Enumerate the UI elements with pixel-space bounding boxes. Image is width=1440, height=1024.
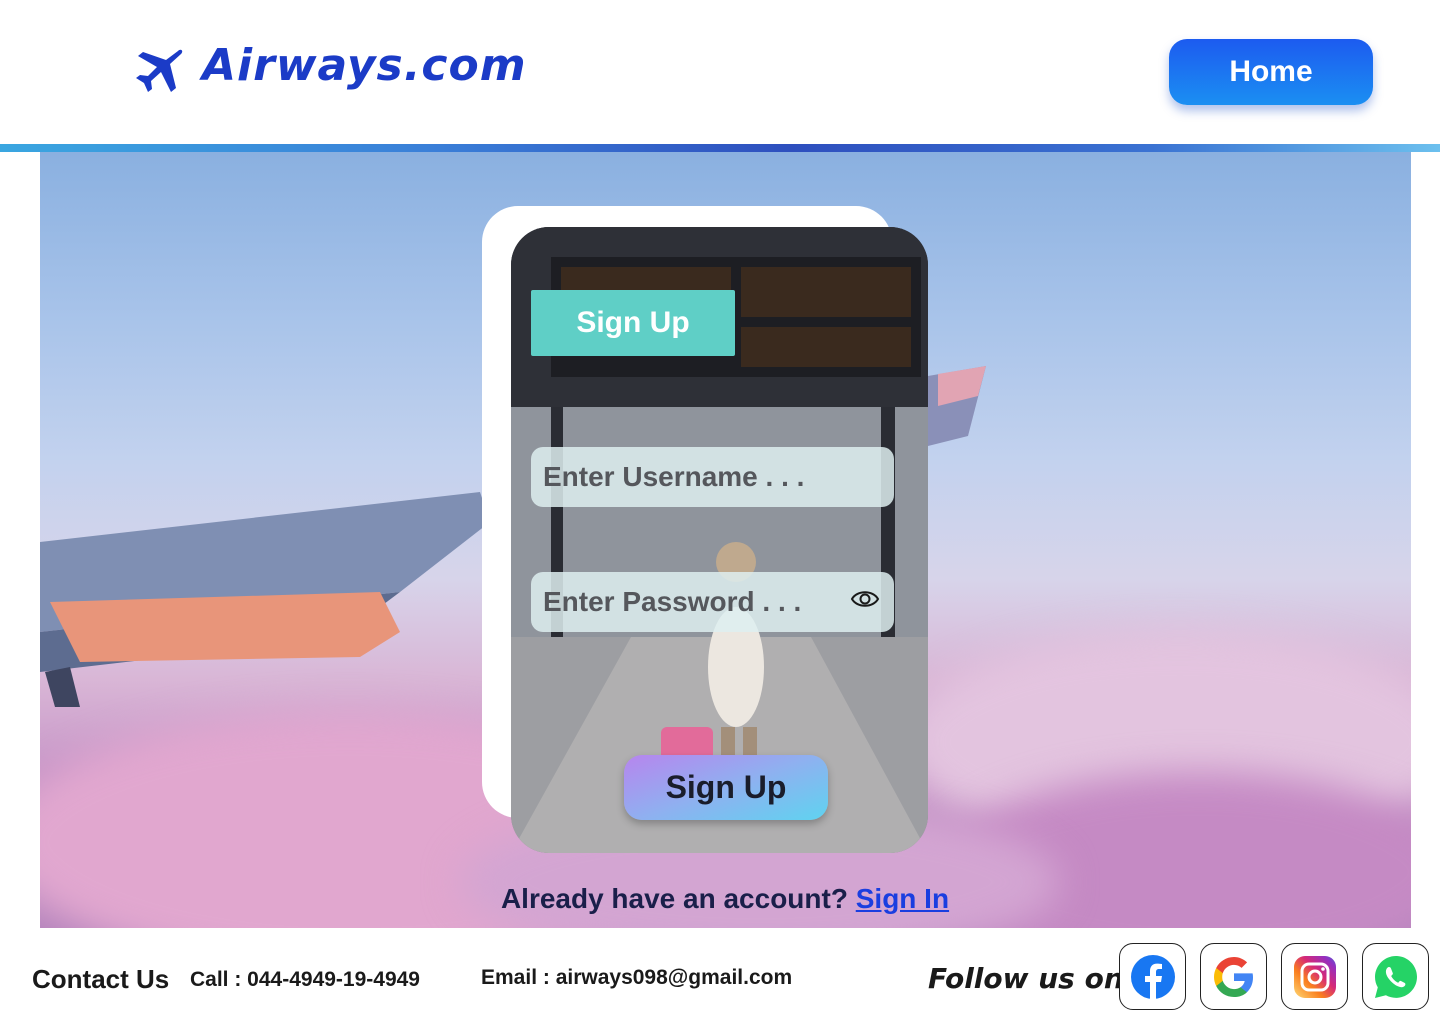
instagram-icon bbox=[1293, 955, 1336, 998]
eye-icon[interactable] bbox=[850, 586, 880, 612]
signin-prompt-text: Already have an account? bbox=[500, 883, 856, 914]
follow-us-heading: Follow us on bbox=[928, 962, 1124, 995]
facebook-icon bbox=[1130, 954, 1175, 999]
instagram-button[interactable] bbox=[1281, 943, 1348, 1010]
signin-prompt: Already have an account? Sign In bbox=[0, 883, 1440, 915]
airplane-wing-left bbox=[40, 492, 490, 707]
signup-submit-button[interactable]: Sign Up bbox=[624, 755, 828, 820]
email-address: Email : airways098@gmail.com bbox=[481, 966, 793, 989]
airplane-wing-right bbox=[928, 366, 986, 446]
signup-tab-button[interactable]: Sign Up bbox=[531, 290, 735, 356]
phone-number: Call : 044-4949-19-4949 bbox=[190, 968, 420, 991]
google-icon bbox=[1213, 956, 1253, 997]
password-input[interactable]: Enter Password . . . bbox=[531, 572, 894, 632]
airplane-logo-icon bbox=[136, 49, 183, 92]
username-input[interactable]: Enter Username . . . bbox=[531, 447, 894, 507]
whatsapp-icon bbox=[1374, 955, 1417, 998]
brand-logo-text[interactable]: Airways.com bbox=[202, 40, 527, 91]
whatsapp-button[interactable] bbox=[1362, 943, 1429, 1010]
facebook-button[interactable] bbox=[1119, 943, 1186, 1010]
home-button[interactable]: Home bbox=[1169, 39, 1373, 105]
header-divider bbox=[0, 144, 1440, 152]
google-button[interactable] bbox=[1200, 943, 1267, 1010]
contact-us-heading: Contact Us bbox=[32, 964, 170, 994]
site-header: Airways.com Home bbox=[0, 0, 1440, 145]
signin-link[interactable]: Sign In bbox=[856, 883, 949, 914]
